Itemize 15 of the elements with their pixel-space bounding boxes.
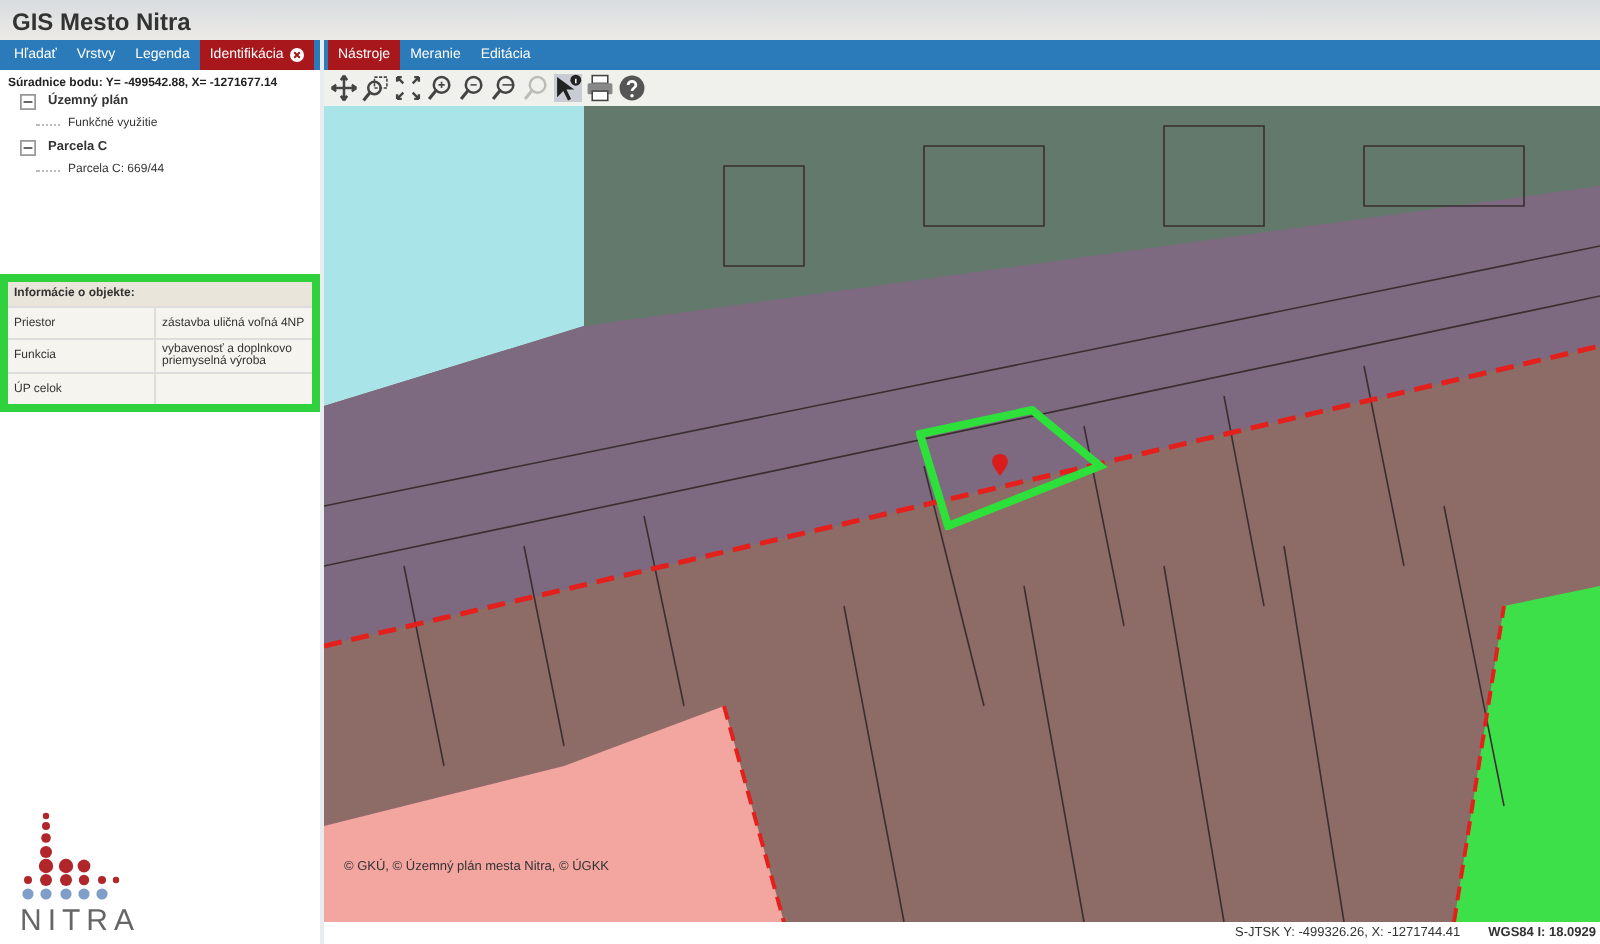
full-extent-icon[interactable] <box>394 74 422 102</box>
zoom-in-icon[interactable] <box>426 74 454 102</box>
collapse-icon[interactable] <box>20 139 36 155</box>
pan-icon[interactable] <box>330 74 358 102</box>
help-icon[interactable] <box>618 74 646 102</box>
collapse-icon[interactable] <box>20 93 36 109</box>
logo-wordmark: NITRA <box>20 906 142 936</box>
zoom-box-icon[interactable] <box>362 74 390 102</box>
printer-icon[interactable] <box>586 74 614 102</box>
map-pin-icon <box>992 454 1008 476</box>
close-icon[interactable] <box>289 48 304 62</box>
dots-logo-icon <box>20 810 124 902</box>
cursor-info-icon[interactable] <box>554 74 582 102</box>
zoom-out-icon[interactable] <box>458 74 486 102</box>
window-title: GIS Mesto Nitra <box>12 8 191 36</box>
